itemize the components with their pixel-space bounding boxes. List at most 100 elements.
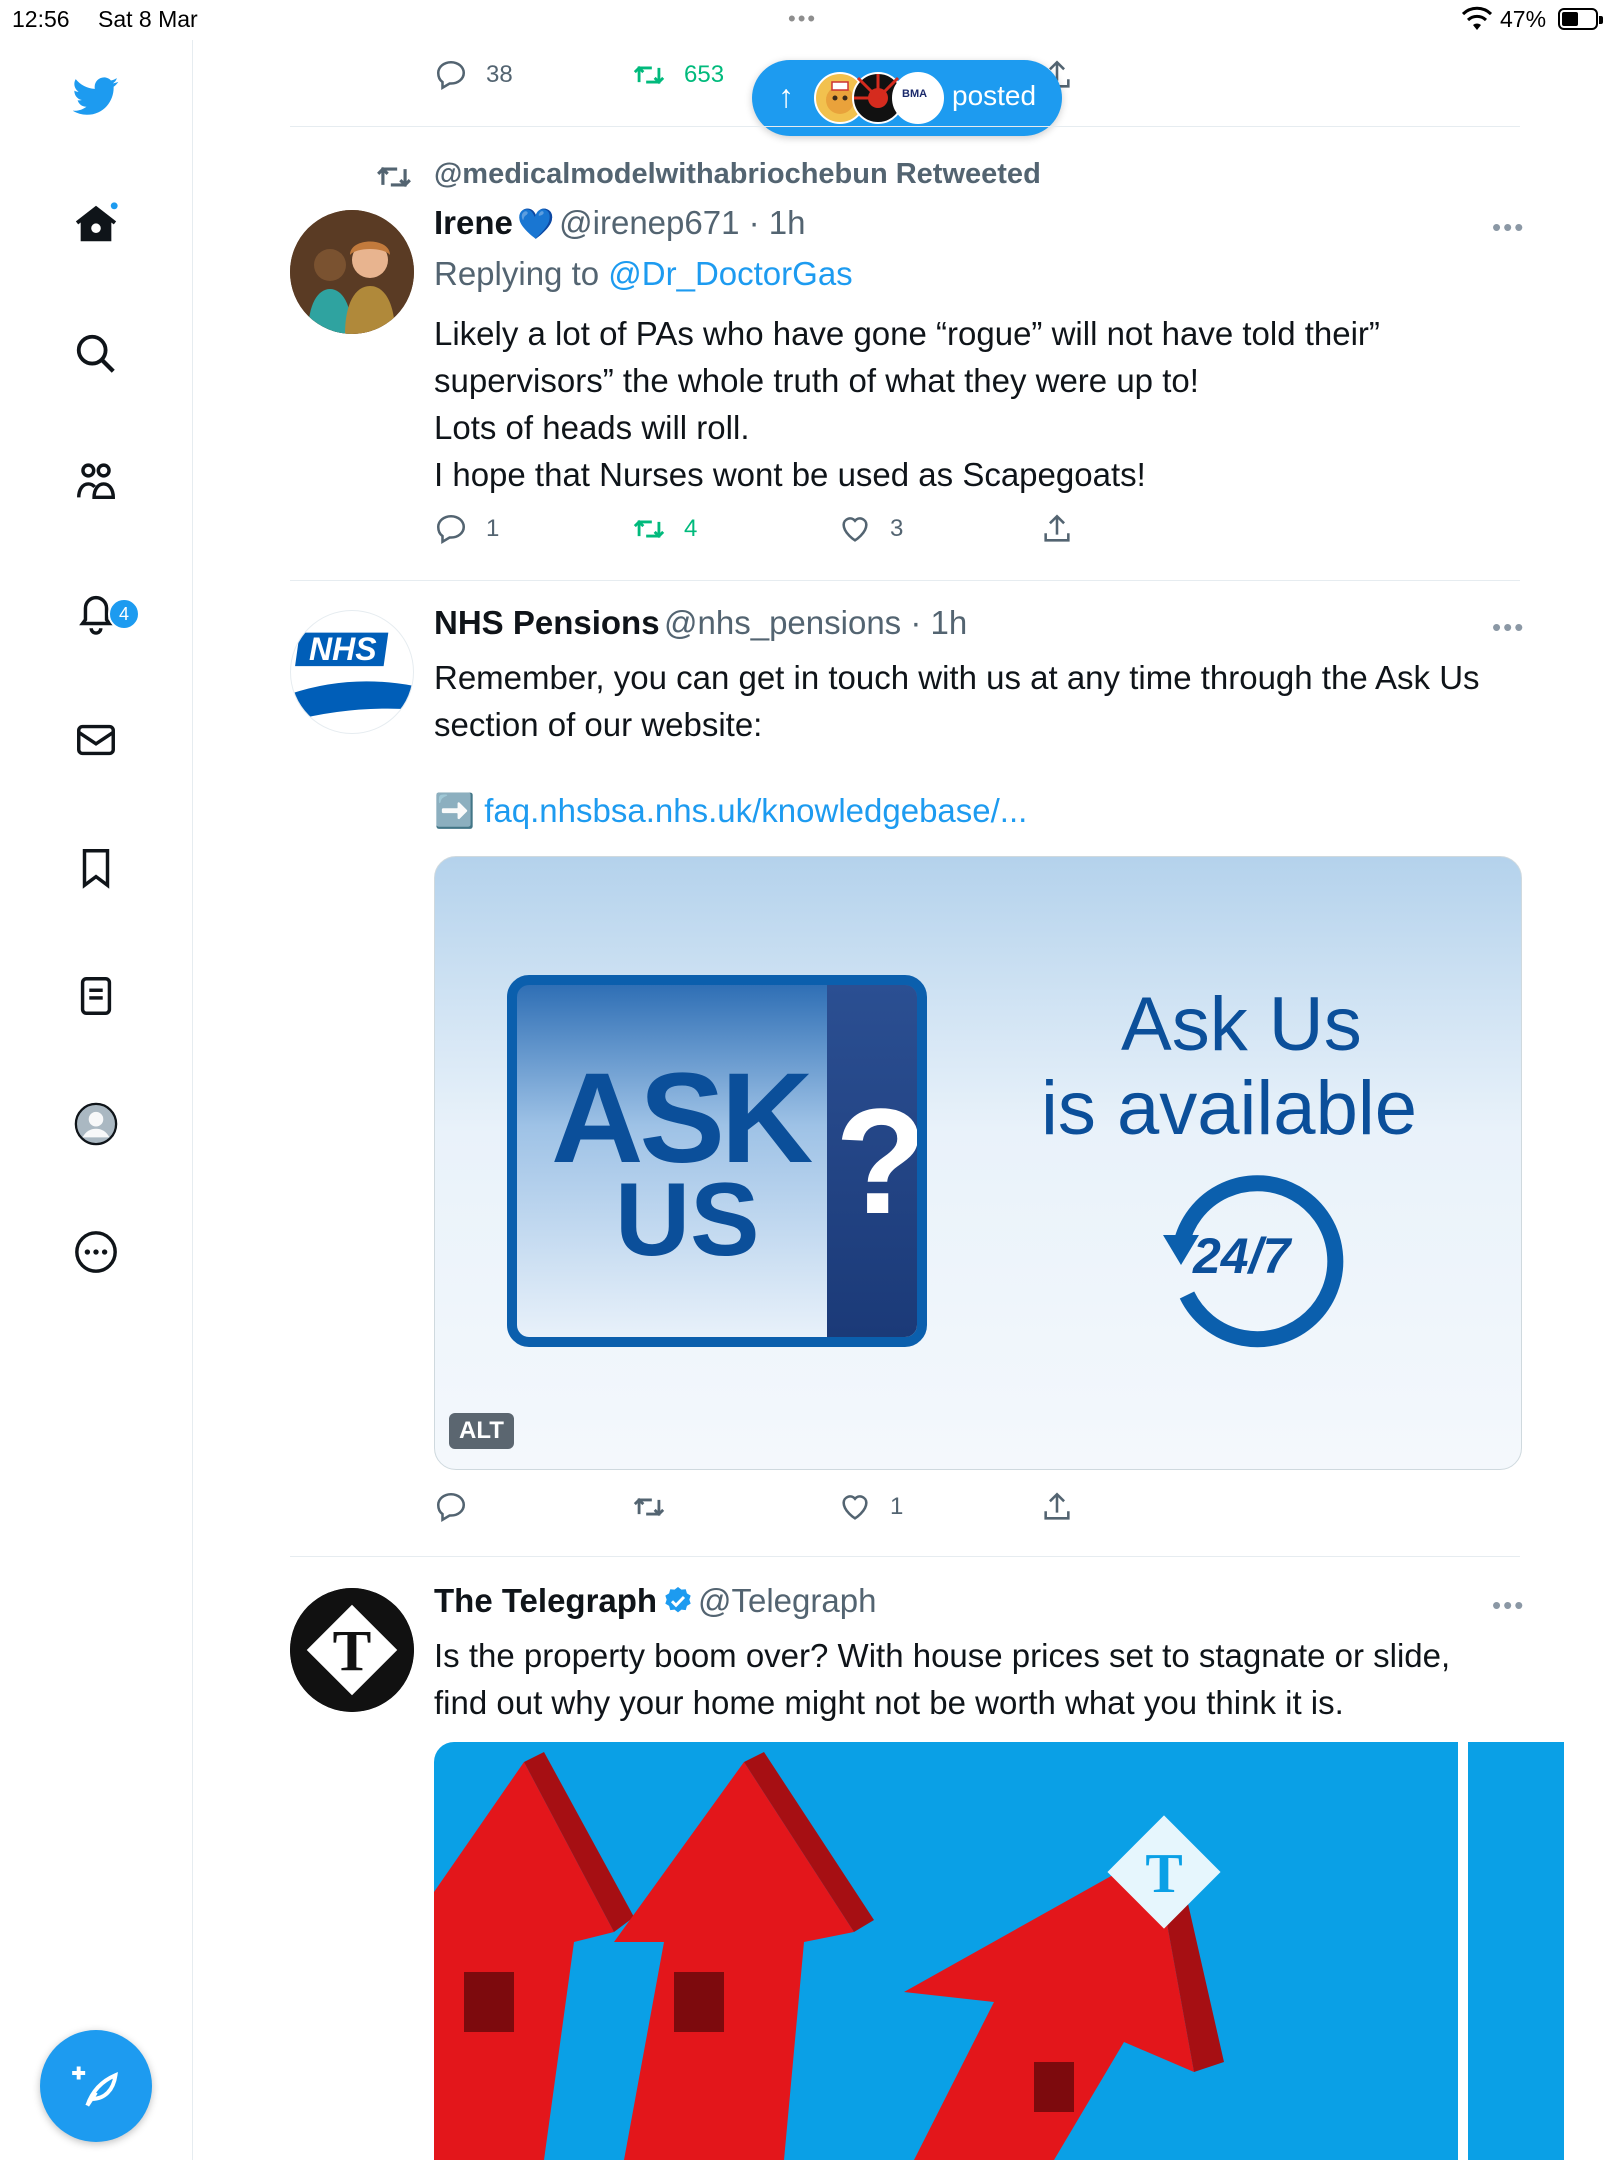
tweet-line: Remember, you can get in touch with us a… — [434, 659, 1480, 696]
profile-avatar-icon[interactable] — [70, 1098, 122, 1150]
tweet-header: The Telegraph @Telegraph — [434, 1582, 876, 1620]
author-name[interactable]: Irene — [434, 204, 513, 241]
reply-count: 1 — [486, 515, 500, 542]
sidebar: 4 — [0, 40, 193, 2160]
search-icon[interactable] — [70, 328, 122, 380]
replying-to: Replying to @Dr_DoctorGas — [434, 255, 853, 293]
retweet-button[interactable]: 4 — [632, 512, 697, 546]
status-time: 12:56 — [12, 6, 70, 32]
us-text: US — [615, 1162, 760, 1278]
bookmarks-icon[interactable] — [70, 842, 122, 894]
svg-text:T: T — [333, 1618, 372, 1683]
avatar-nhs[interactable]: NHS — [290, 610, 414, 734]
reply-button[interactable]: 1 — [434, 512, 499, 546]
pill-avatar-bma: BMA — [892, 72, 944, 124]
rising-house-arrows-graphic: T — [434, 1752, 1224, 2160]
author-handle[interactable]: @nhs_pensions · 1h — [664, 604, 967, 641]
multitasking-dots[interactable]: ••• — [788, 6, 817, 32]
telegraph-second-image[interactable] — [1468, 1742, 1564, 2160]
replying-prefix: Replying to — [434, 255, 600, 292]
tweet-link-row: ➡️ faq.nhsbsa.nhs.uk/knowledgebase/... — [434, 792, 1027, 831]
share-button[interactable] — [1040, 1490, 1074, 1524]
status-bar: 12:56 Sat 8 Mar ••• 47% — [0, 0, 1620, 40]
replying-to-link[interactable]: @Dr_DoctorGas — [608, 255, 852, 292]
retweet-count: 653 — [684, 61, 725, 88]
tweet-text: Is the property boom over? With house pr… — [434, 1632, 1524, 1726]
like-count: 1 — [890, 1493, 904, 1520]
verified-badge-icon — [664, 1587, 691, 1613]
author-name[interactable]: NHS Pensions — [434, 604, 660, 641]
compose-tweet-button[interactable] — [40, 2030, 152, 2142]
telegraph-article-image[interactable]: T — [434, 1742, 1458, 2160]
reply-count: 38 — [486, 61, 513, 88]
tweet-line: find out why your home might not be wort… — [434, 1684, 1344, 1721]
divider — [290, 1556, 1520, 1557]
twitter-logo-icon[interactable] — [70, 70, 122, 122]
author-name[interactable]: The Telegraph — [434, 1582, 657, 1619]
share-icon — [1044, 1492, 1070, 1520]
like-button[interactable]: 3 — [838, 512, 903, 546]
new-posts-pill[interactable]: ↑ BMA posted — [752, 60, 1062, 136]
avatar-irene[interactable] — [290, 210, 414, 334]
reply-icon — [436, 514, 466, 545]
author-handle[interactable]: @Telegraph — [698, 1582, 876, 1619]
battery-icon — [1558, 8, 1603, 30]
retweet-icon — [633, 519, 665, 539]
divider — [290, 126, 1520, 127]
avatar-telegraph[interactable]: T — [290, 1588, 414, 1712]
ask-us-subheading: is available — [1041, 1066, 1417, 1151]
like-count: 3 — [890, 515, 904, 542]
reply-button[interactable] — [434, 1490, 468, 1524]
tweet-line: Lots of heads will roll. — [434, 409, 750, 446]
communities-icon[interactable] — [70, 456, 122, 508]
tweet-more-icon[interactable]: ••• — [1492, 612, 1525, 643]
retweet-icon — [633, 65, 665, 85]
like-button[interactable]: 1 — [838, 1490, 903, 1524]
more-options-icon[interactable] — [70, 1226, 122, 1278]
wifi-icon — [1462, 6, 1492, 30]
tweet-line: I hope that Nurses wont be used as Scape… — [434, 456, 1146, 493]
home-icon[interactable] — [70, 198, 122, 250]
messages-envelope-icon[interactable] — [70, 714, 122, 766]
retweet-icon — [633, 1497, 665, 1517]
ask-us-image[interactable]: ASK US ? Ask Us is available 24/7 ALT — [434, 856, 1522, 1470]
tweet-more-icon[interactable]: ••• — [1492, 212, 1525, 243]
reply-icon — [436, 60, 466, 91]
tweet-line: section of our website: — [434, 706, 763, 743]
author-handle[interactable]: @irenep671 · 1h — [559, 204, 805, 241]
tweet-more-icon[interactable]: ••• — [1492, 1590, 1525, 1621]
svg-text:T: T — [1145, 1843, 1182, 1905]
bma-logo-text: BMA — [902, 88, 928, 100]
tweet-header: Irene 💙 @irenep671 · 1h — [434, 204, 805, 242]
arrow-right-emoji: ➡️ — [434, 792, 476, 829]
lists-icon[interactable] — [70, 970, 122, 1022]
tweet-text: Likely a lot of PAs who have gone “rogue… — [434, 310, 1514, 498]
tweet-line: Likely a lot of PAs who have gone “rogue… — [434, 315, 1380, 352]
blue-heart-emoji: 💙 — [517, 208, 555, 241]
status-date: Sat 8 Mar — [98, 6, 198, 32]
tweet-link[interactable]: faq.nhsbsa.nhs.uk/knowledgebase/... — [484, 792, 1027, 829]
tweet-line: Is the property boom over? With house pr… — [434, 1637, 1451, 1674]
retweet-count: 4 — [684, 515, 698, 542]
retweet-button[interactable] — [632, 1490, 666, 1524]
twenty-four-seven-text: 24/7 — [1193, 1228, 1291, 1284]
retweeted-by-label[interactable]: @medicalmodelwithabriochebun Retweeted — [434, 158, 1041, 191]
question-mark-text: ? — [835, 1077, 927, 1245]
retweet-button[interactable]: 653 — [632, 58, 724, 92]
posted-label: posted — [952, 80, 1037, 111]
retweeted-icon — [377, 166, 411, 188]
compose-feather-icon — [72, 2066, 118, 2107]
tweet-text: Remember, you can get in touch with us a… — [434, 654, 1524, 748]
battery-percent: 47% — [1500, 6, 1547, 32]
divider — [290, 580, 1520, 581]
share-icon — [1044, 514, 1070, 542]
alt-badge[interactable]: ALT — [449, 1413, 514, 1449]
share-button[interactable] — [1040, 512, 1074, 546]
heart-icon — [842, 517, 868, 542]
reply-button[interactable]: 38 — [434, 58, 513, 92]
notifications-count-badge: 4 — [108, 598, 140, 630]
reply-icon — [436, 1492, 466, 1523]
ask-us-heading: Ask Us — [1121, 982, 1362, 1067]
heart-icon — [842, 1495, 868, 1520]
arrow-up-icon: ↑ — [778, 78, 794, 114]
